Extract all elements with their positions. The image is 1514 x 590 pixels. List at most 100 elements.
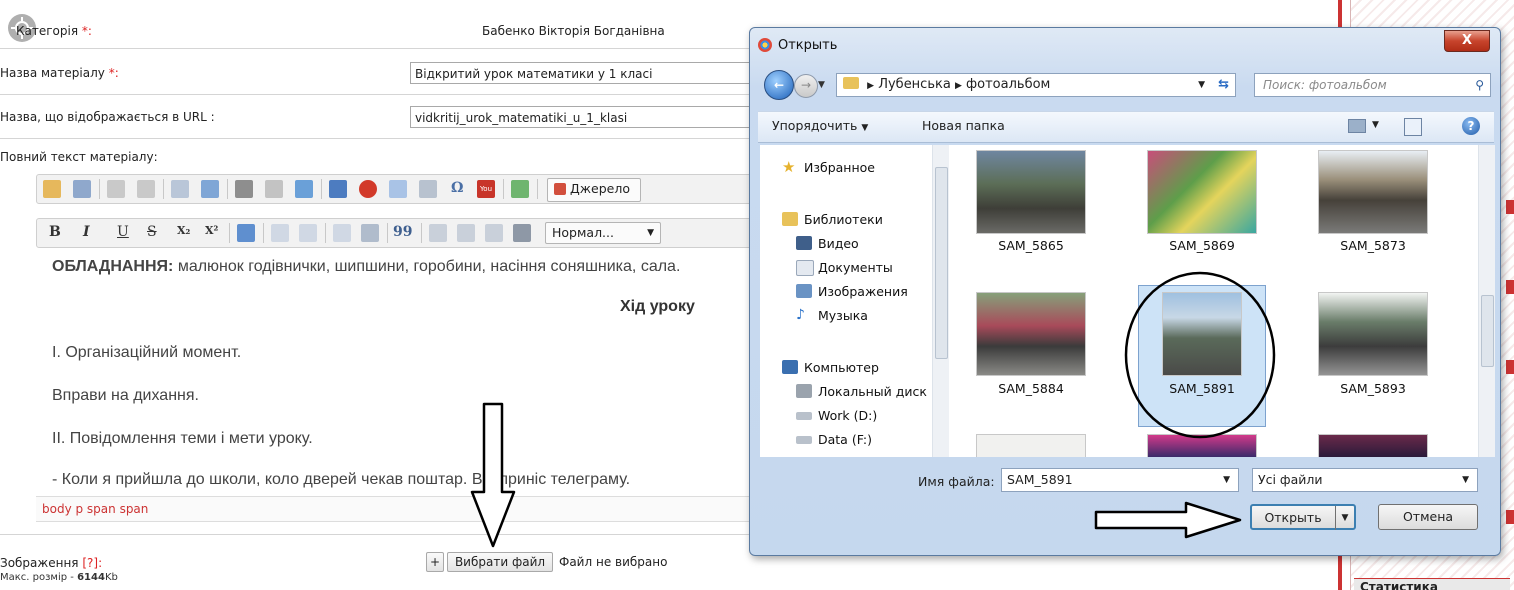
strikethrough-button[interactable]: S: [147, 224, 157, 240]
youtube-icon[interactable]: You: [477, 180, 495, 198]
help-icon[interactable]: ?: [1462, 117, 1480, 135]
special-char-omega-icon[interactable]: Ω: [451, 180, 463, 196]
choose-file-button[interactable]: Вибрати файл: [447, 552, 553, 572]
nav-favorites[interactable]: Избранное: [804, 160, 875, 175]
anchor-flag-icon[interactable]: [295, 180, 313, 198]
nav-documents[interactable]: Документы: [818, 260, 893, 275]
close-button[interactable]: X: [1444, 30, 1490, 52]
element-path[interactable]: body p span span: [36, 502, 148, 516]
file-type-filter[interactable]: Усі файли ▼: [1252, 468, 1478, 492]
file-label[interactable]: SAM_5869: [1132, 238, 1272, 253]
separator: [263, 223, 264, 243]
view-options-icon[interactable]: [1348, 119, 1366, 133]
document-icon[interactable]: [43, 180, 61, 198]
nav-computer[interactable]: Компьютер: [804, 360, 879, 375]
blockquote-icon[interactable]: 99: [393, 224, 412, 240]
align-left-icon[interactable]: [429, 224, 447, 242]
url-input[interactable]: vidkritij_urok_matematiki_u_1_klasi: [410, 106, 750, 128]
preview-pane-icon[interactable]: [1404, 118, 1422, 136]
image-icon[interactable]: [329, 180, 347, 198]
split-dropdown-icon[interactable]: ▼: [1335, 506, 1354, 530]
nav-scrollbar[interactable]: [932, 145, 949, 457]
nav-local-disk[interactable]: Локальный диск: [818, 384, 928, 399]
align-justify-icon[interactable]: [513, 224, 531, 242]
italic-button[interactable]: I: [83, 224, 90, 240]
thumbnail-image[interactable]: [1147, 150, 1257, 234]
back-arrow-icon[interactable]: ←: [764, 70, 794, 100]
thumbnail-image[interactable]: [1318, 292, 1428, 376]
nav-work-drive[interactable]: Work (D:): [818, 408, 877, 423]
source-button[interactable]: Джерело: [547, 178, 641, 202]
align-center-icon[interactable]: [457, 224, 475, 242]
link-icon[interactable]: [235, 180, 253, 198]
file-label[interactable]: SAM_5893: [1303, 381, 1443, 396]
file-list-scrollbar-thumb[interactable]: [1481, 295, 1494, 367]
subscript-button[interactable]: X₂: [177, 224, 190, 237]
open-button[interactable]: Открыть ▼: [1250, 504, 1356, 530]
nav-music[interactable]: Музыка: [818, 308, 868, 323]
chevron-down-icon[interactable]: ▼: [1462, 469, 1469, 491]
refresh-icon[interactable]: ⇆: [1218, 74, 1229, 96]
redo-icon[interactable]: [137, 180, 155, 198]
nav-images[interactable]: Изображения: [818, 284, 908, 299]
thumbnail-image[interactable]: [976, 292, 1086, 376]
organize-menu[interactable]: Упорядочить ▼: [772, 118, 868, 133]
horizontal-line-icon[interactable]: [419, 180, 437, 198]
bold-button[interactable]: B: [49, 224, 61, 240]
nav-libraries[interactable]: Библиотеки: [804, 212, 883, 227]
recent-chevron-icon[interactable]: ▼: [818, 80, 825, 90]
undo-icon[interactable]: [107, 180, 125, 198]
nav-scrollbar-thumb[interactable]: [935, 167, 948, 359]
indent-icon[interactable]: [361, 224, 379, 242]
nav-video[interactable]: Видео: [818, 236, 859, 251]
find-icon[interactable]: [171, 180, 189, 198]
search-icon[interactable]: ⚲: [1475, 74, 1484, 96]
remove-format-icon[interactable]: [237, 224, 255, 242]
open-button-label: Открыть: [1264, 510, 1322, 525]
title-input[interactable]: Відкритий урок математики у 1 класі: [410, 62, 750, 84]
equipment-label: ОБЛАДНАННЯ:: [52, 258, 174, 275]
underline-button[interactable]: U: [117, 224, 129, 240]
file-label[interactable]: SAM_5884: [961, 381, 1101, 396]
search-input[interactable]: Поиск: фотоальбом ⚲: [1254, 73, 1491, 97]
thumbnail-image[interactable]: [976, 434, 1086, 457]
replace-icon[interactable]: [201, 180, 219, 198]
table-icon[interactable]: [389, 180, 407, 198]
cancel-button[interactable]: Отмена: [1378, 504, 1478, 530]
thumbnail-image[interactable]: [1318, 150, 1428, 234]
category-value[interactable]: Бабенко Вікторія Богданівна: [482, 24, 665, 38]
template-icon[interactable]: [73, 180, 91, 198]
breadcrumb-item[interactable]: фотоальбом: [966, 77, 1050, 92]
new-folder-button[interactable]: Новая папка: [922, 118, 1005, 133]
breadcrumb-item[interactable]: Лубенська: [878, 77, 951, 92]
sidebar-marker: [1506, 280, 1514, 294]
unlink-icon[interactable]: [265, 180, 283, 198]
chevron-down-icon: ▼: [861, 123, 869, 133]
nav-data-drive[interactable]: Data (F:): [818, 432, 872, 446]
numbered-list-icon[interactable]: [271, 224, 289, 242]
maximize-icon[interactable]: [511, 180, 529, 198]
chevron-down-icon[interactable]: ▼: [1223, 469, 1230, 491]
separator: [321, 179, 322, 199]
align-right-icon[interactable]: [485, 224, 503, 242]
image-help-link[interactable]: [?]:: [82, 556, 102, 570]
file-list-scrollbar[interactable]: [1478, 145, 1495, 457]
filename-input[interactable]: SAM_5891 ▼: [1001, 468, 1239, 492]
forward-arrow-icon[interactable]: →: [794, 74, 818, 98]
superscript-button[interactable]: X²: [205, 224, 218, 237]
file-label[interactable]: SAM_5873: [1303, 238, 1443, 253]
address-bar[interactable]: ▶ Лубенська ▶ фотоальбом ▼ ⇆: [836, 73, 1236, 97]
thumbnail-image[interactable]: [1318, 434, 1428, 457]
editor-content[interactable]: ОБЛАДНАННЯ: малюнок годівнички, шипшини,…: [36, 254, 756, 492]
file-label[interactable]: SAM_5865: [961, 238, 1101, 253]
add-image-button[interactable]: +: [426, 552, 444, 572]
editor-toolbar-row-1: Ω You Джерело: [36, 174, 756, 204]
bulleted-list-icon[interactable]: [299, 224, 317, 242]
thumbnail-image[interactable]: [976, 150, 1086, 234]
format-select[interactable]: Нормал... ▼: [545, 222, 661, 244]
chevron-down-icon[interactable]: ▼: [1372, 120, 1379, 130]
separator: [503, 179, 504, 199]
outdent-icon[interactable]: [333, 224, 351, 242]
flash-icon[interactable]: [359, 180, 377, 198]
address-dropdown-icon[interactable]: ▼: [1198, 74, 1205, 96]
